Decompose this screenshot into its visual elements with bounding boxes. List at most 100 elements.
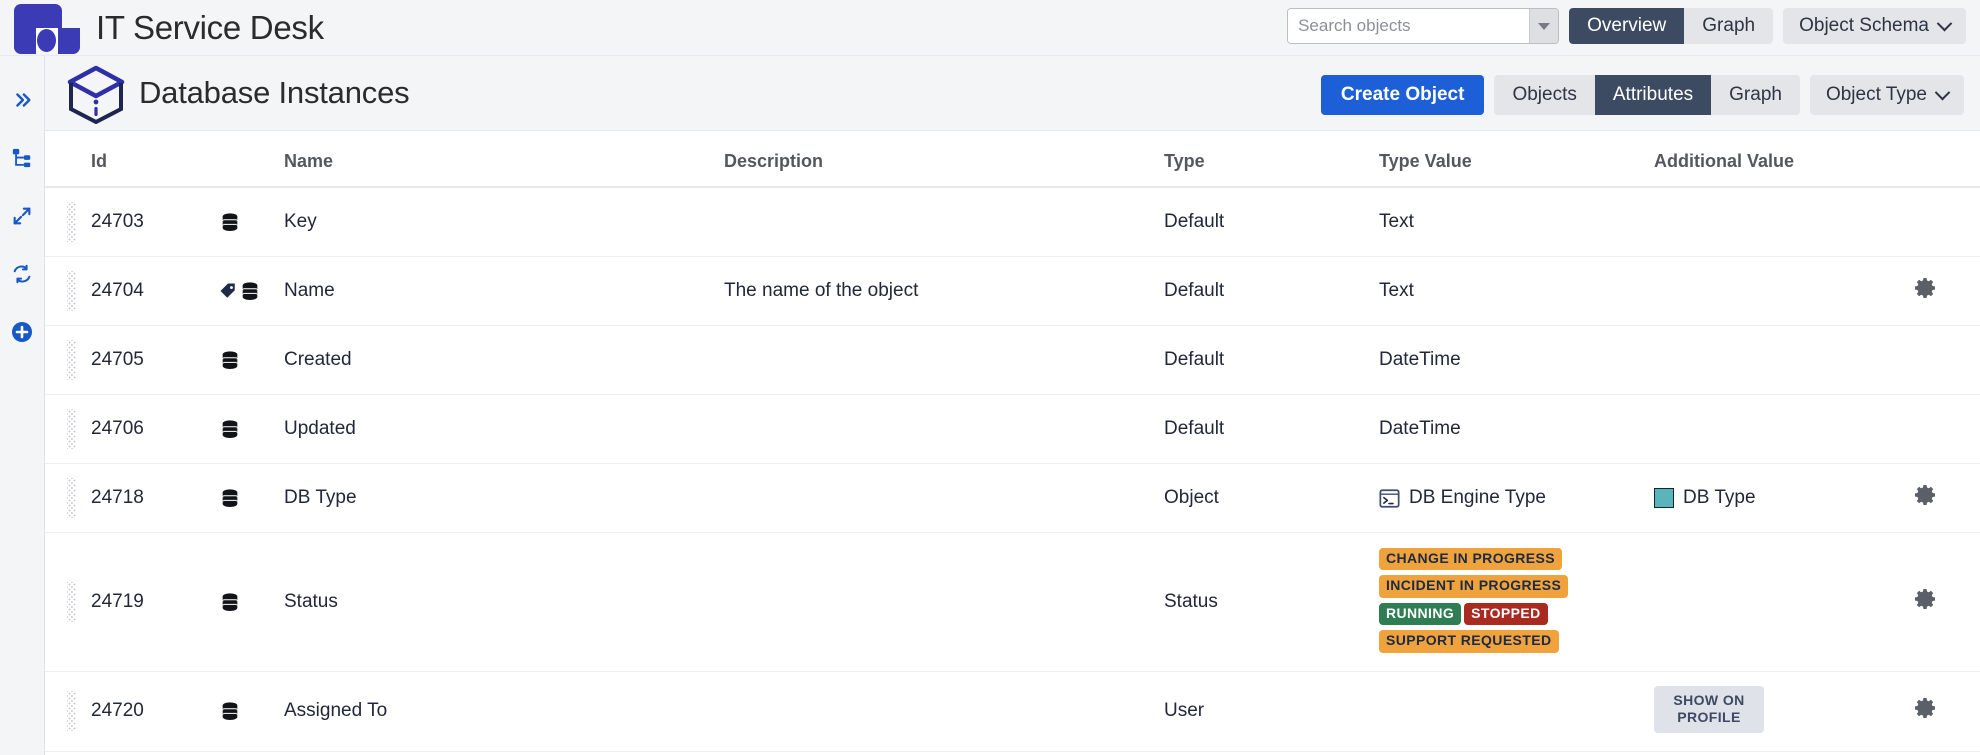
object-type-label: Object Type — [1826, 84, 1927, 106]
create-object-button[interactable]: Create Object — [1321, 75, 1485, 115]
sync-icon[interactable] — [8, 260, 36, 288]
th-type-value: Type Value — [1379, 131, 1654, 187]
object-schema-dropdown[interactable]: Object Schema — [1783, 8, 1966, 44]
type-value-label: DB Engine Type — [1409, 487, 1546, 509]
label-tag-icon — [219, 282, 237, 300]
page-title: Database Instances — [139, 75, 409, 111]
cell-type-value: Text — [1379, 187, 1654, 257]
cell-name[interactable]: Created — [284, 326, 724, 395]
collapse-all-icon[interactable] — [8, 202, 36, 230]
gear-icon[interactable] — [1914, 587, 1938, 611]
overview-button[interactable]: Overview — [1569, 8, 1684, 44]
chevron-down-icon — [1937, 15, 1953, 31]
cell-type-value: Text — [1379, 257, 1654, 326]
cell-description[interactable] — [724, 187, 1164, 257]
cell-icons — [219, 464, 284, 533]
cell-id: 24706 — [91, 395, 219, 464]
cell-type: Default — [1164, 326, 1379, 395]
cell-description[interactable] — [724, 326, 1164, 395]
cell-description[interactable] — [724, 671, 1164, 751]
cell-description[interactable] — [724, 751, 1164, 755]
cell-name[interactable]: Updated — [284, 395, 724, 464]
row-drag-cell — [45, 671, 91, 751]
cell-description[interactable] — [724, 395, 1164, 464]
cell-name[interactable]: Status — [284, 533, 724, 672]
cell-additional-value — [1654, 326, 1914, 395]
cell-icons — [219, 257, 284, 326]
cell-type: Object — [1164, 464, 1379, 533]
object-tree-icon[interactable] — [8, 144, 36, 172]
jira-service-desk-logo-icon[interactable] — [14, 0, 82, 56]
expand-sidebar-icon[interactable] — [8, 86, 36, 114]
cell-name[interactable]: Key — [284, 187, 724, 257]
cell-id: 24705 — [91, 326, 219, 395]
cell-additional-value — [1654, 257, 1914, 326]
table-row[interactable]: 24703KeyDefaultText — [45, 187, 1980, 257]
view-toggle-group: Overview Graph — [1569, 8, 1773, 44]
table-row[interactable]: 24718DB TypeObjectDB Engine TypeDB Type — [45, 464, 1980, 533]
dropdown-caret-icon[interactable] — [1529, 9, 1558, 43]
database-stack-icon — [219, 591, 241, 613]
status-badge[interactable]: SUPPORT REQUESTED — [1379, 630, 1559, 652]
gear-icon[interactable] — [1914, 696, 1938, 720]
additional-value-ref[interactable]: DB Type — [1654, 487, 1914, 509]
gear-icon[interactable] — [1914, 276, 1938, 300]
database-stack-icon — [219, 487, 241, 509]
cell-gear — [1914, 751, 1980, 755]
top-bar-actions: Overview Graph Object Schema — [1287, 8, 1966, 44]
drag-handle[interactable] — [67, 340, 76, 380]
table-row[interactable]: 24705 Created DefaultDateTime — [45, 326, 1980, 395]
th-icons — [219, 131, 284, 187]
attributes-table: Id Name Description Type Type Value Addi… — [45, 131, 1980, 755]
status-badge[interactable]: STOPPED — [1464, 603, 1547, 625]
cell-description[interactable]: The name of the object — [724, 257, 1164, 326]
type-value-label: Text — [1379, 280, 1414, 301]
search-input[interactable] — [1288, 9, 1529, 43]
additional-value-label: DB Type — [1683, 487, 1756, 509]
cell-name[interactable]: DB Type — [284, 464, 724, 533]
show-on-profile-badge[interactable]: SHOW ON PROFILE — [1654, 686, 1764, 733]
add-icon[interactable] — [8, 318, 36, 346]
drag-handle[interactable] — [67, 582, 76, 622]
table-row[interactable]: 24720Assigned ToUserSHOW ON PROFILE — [45, 671, 1980, 751]
cell-type: User — [1164, 671, 1379, 751]
status-badge[interactable]: CHANGE IN PROGRESS — [1379, 548, 1562, 570]
tab-objects[interactable]: Objects — [1494, 75, 1594, 115]
cell-name[interactable]: Assigned To — [284, 671, 724, 751]
cell-description[interactable] — [724, 533, 1164, 672]
graph-button[interactable]: Graph — [1684, 8, 1773, 44]
table-row[interactable]: 24706UpdatedDefaultDateTime — [45, 395, 1980, 464]
type-value-label: DateTime — [1379, 349, 1461, 370]
row-drag-cell — [45, 464, 91, 533]
cell-type: Default — [1164, 257, 1379, 326]
table-row[interactable]: 24719StatusStatusCHANGE IN PROGRESSINCID… — [45, 533, 1980, 672]
tab-attributes[interactable]: Attributes — [1595, 75, 1711, 115]
object-type-dropdown[interactable]: Object Type — [1810, 75, 1964, 115]
drag-handle[interactable] — [67, 202, 76, 242]
cell-gear — [1914, 187, 1980, 257]
drag-handle[interactable] — [67, 691, 76, 731]
cell-type-value — [1379, 671, 1654, 751]
cell-type-value: Servers — [1379, 751, 1654, 755]
th-spacer — [45, 131, 91, 187]
drag-handle[interactable] — [67, 478, 76, 518]
th-description: Description — [724, 131, 1164, 187]
cell-additional-value — [1654, 187, 1914, 257]
drag-handle[interactable] — [67, 271, 76, 311]
table-row[interactable]: 25177Hosted atObjectServersHosted at — [45, 751, 1980, 755]
cell-name[interactable]: Name — [284, 257, 724, 326]
cell-icons — [219, 395, 284, 464]
table-row[interactable]: 24704 NameThe name of the objectDefaultTe… — [45, 257, 1980, 326]
status-badge[interactable]: RUNNING — [1379, 603, 1461, 625]
gear-icon[interactable] — [1914, 483, 1938, 507]
status-badge[interactable]: INCIDENT IN PROGRESS — [1379, 575, 1568, 597]
status-badge-row: RUNNINGSTOPPED — [1379, 602, 1654, 629]
cell-id: 24704 — [91, 257, 219, 326]
tab-graph[interactable]: Graph — [1711, 75, 1800, 115]
cell-type-value: DateTime — [1379, 395, 1654, 464]
type-value-ref[interactable]: DB Engine Type — [1379, 487, 1654, 509]
drag-handle[interactable] — [67, 409, 76, 449]
cell-description[interactable] — [724, 464, 1164, 533]
cell-name[interactable]: Hosted at — [284, 751, 724, 755]
attributes-table-area: Id Name Description Type Type Value Addi… — [45, 131, 1980, 755]
